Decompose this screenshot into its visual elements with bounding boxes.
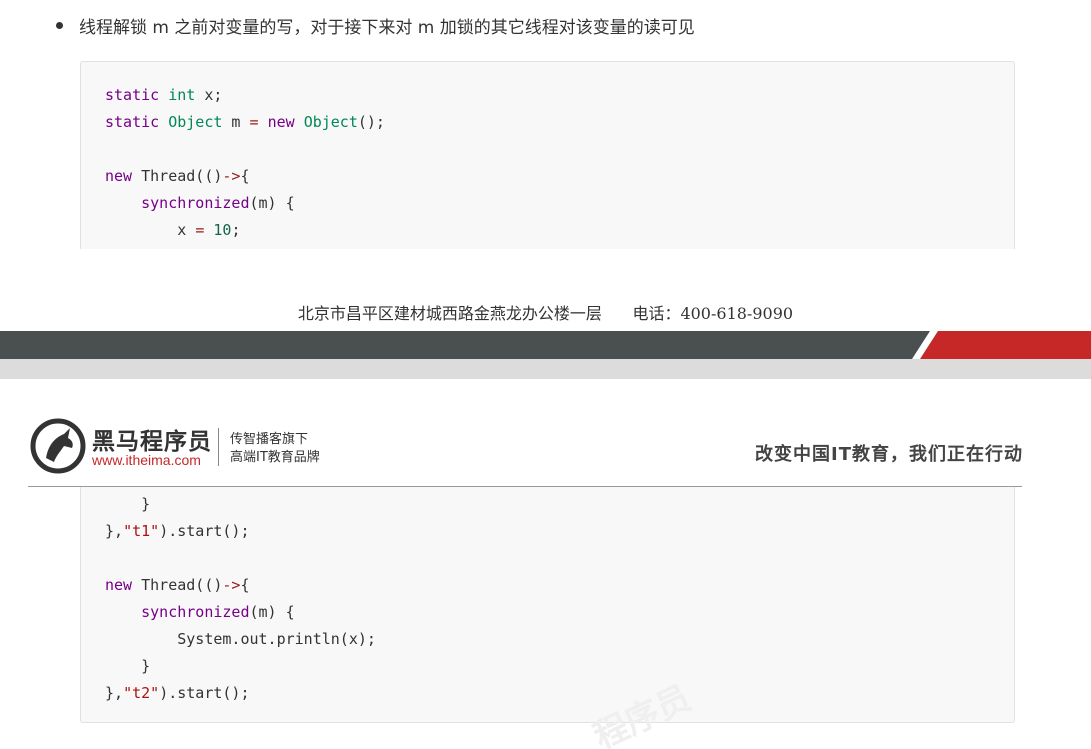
code-token: int (168, 86, 196, 104)
code-token: -> (222, 167, 241, 185)
brand-tagline-1: 传智播客旗下 (230, 432, 309, 447)
code-line: static int x; (105, 82, 385, 109)
code-line: new Thread(()->{ (105, 572, 376, 599)
code-token: (m) { (249, 194, 295, 212)
band-light-stripe (0, 359, 1091, 379)
code-token: Object (168, 113, 223, 131)
code-line: } (105, 653, 376, 680)
code-token: { (240, 167, 250, 185)
code-token: ).start(); (159, 522, 250, 540)
code-line: static Object m = new Object(); (105, 109, 385, 136)
brand-url[interactable]: www.itheima.com (92, 452, 201, 468)
code-token: System.out.println(x); (105, 630, 376, 648)
band-red-accent (920, 331, 1091, 359)
brand-slogan: 改变中国IT教育，我们正在行动 (755, 444, 1023, 465)
code-token: static (105, 113, 160, 131)
brand-header: 黑马程序员 www.itheima.com 传智播客旗下 高端IT教育品牌 改变… (0, 414, 1091, 474)
code-token: static (105, 86, 160, 104)
bullet-item: 线程解锁 m 之前对变量的写，对于接下来对 m 加锁的其它线程对该变量的读可见 (56, 10, 695, 40)
code-token: synchronized (141, 603, 250, 621)
itheima-logo-icon (30, 418, 86, 474)
code-line: x = 10; (105, 217, 385, 244)
code-token: { (240, 576, 250, 594)
code-token: (); (357, 113, 385, 131)
code-token: "t2" (123, 684, 160, 702)
code-token: } (105, 657, 151, 675)
code-token: }, (105, 522, 124, 540)
code-line: synchronized(m) { (105, 599, 376, 626)
code-line: },"t1").start(); (105, 518, 376, 545)
code-token: = (249, 113, 259, 131)
code-token: "t1" (123, 522, 160, 540)
code-token: 10 (213, 221, 232, 239)
bullet-dot-icon (56, 21, 63, 29)
code-block-bottom[interactable]: }},"t1").start(); new Thread(()->{ synch… (80, 487, 1015, 723)
bullet-text: 线程解锁 m 之前对变量的写，对于接下来对 m 加锁的其它线程对该变量的读可见 (79, 17, 695, 38)
code-token: } (105, 495, 151, 513)
code-token: Object (303, 113, 358, 131)
code-token: Thread(() (132, 576, 223, 594)
code-line: } (105, 491, 376, 518)
code-block-top[interactable]: static int x; static Object m = new Objec… (80, 61, 1015, 249)
code-token: (m) { (249, 603, 295, 621)
code-line: new Thread(()->{ (105, 163, 385, 190)
code-line: },"t2").start(); (105, 680, 376, 707)
code-token: x; (195, 86, 223, 104)
brand-name: 黑马程序员 (92, 429, 212, 455)
code-line: synchronized(m) { (105, 190, 385, 217)
code-token: Thread(() (132, 167, 223, 185)
code-token: new (105, 576, 133, 594)
brand-divider (218, 428, 219, 466)
brand-tagline-2: 高端IT教育品牌 (230, 450, 320, 465)
code-token: -> (222, 576, 241, 594)
code-token: ).start(); (159, 684, 250, 702)
footer-address: 北京市昌平区建材城西路金燕龙办公楼一层 电话：400-618-9090 (297, 304, 794, 323)
page-divider-band (0, 331, 1091, 379)
code-token: }, (105, 684, 124, 702)
code-token: synchronized (141, 194, 250, 212)
code-lines: static int x; static Object m = new Objec… (105, 82, 385, 244)
code-token: new (267, 113, 295, 131)
code-token: x (105, 221, 196, 239)
code-lines: }},"t1").start(); new Thread(()->{ synch… (105, 491, 376, 707)
code-token: new (105, 167, 133, 185)
code-token: m (222, 113, 250, 131)
code-line: System.out.println(x); (105, 626, 376, 653)
code-token: = (195, 221, 205, 239)
code-token: ; (231, 221, 241, 239)
